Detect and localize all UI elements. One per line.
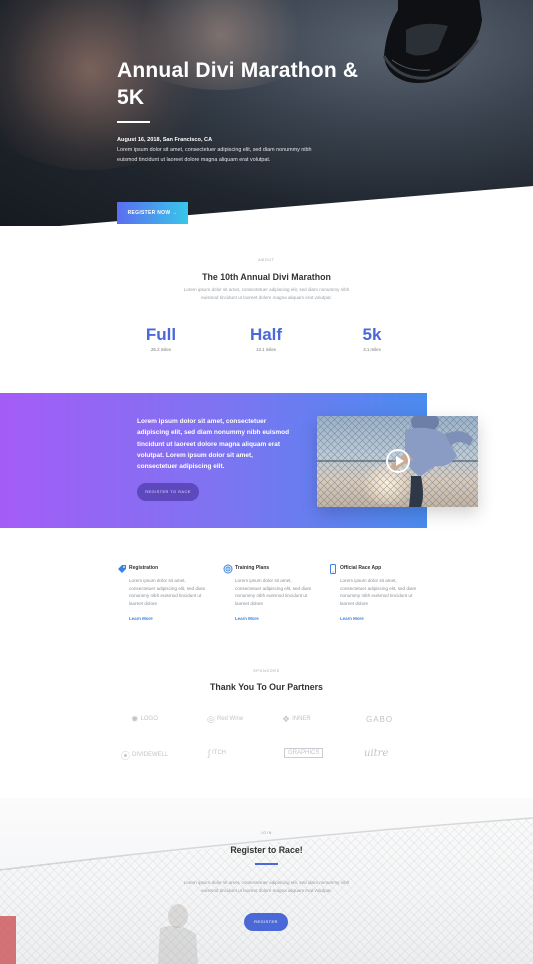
hero-title: Annual Divi Marathon & 5K xyxy=(117,59,359,109)
eye-icon: ⦿ xyxy=(121,750,131,761)
register-title: Register to Race! xyxy=(230,845,303,855)
about-title: The 10th Annual Divi Marathon xyxy=(202,272,331,282)
partner-logo-7[interactable]: GRAPHICS xyxy=(284,748,324,758)
partner-logo-1[interactable]: ✹ LOGO xyxy=(131,712,158,726)
hero-date-location: August 16, 2018, San Francisco, CA xyxy=(117,137,213,143)
register-button[interactable]: REGISTER xyxy=(244,913,288,931)
stat-label: 3.1 miles xyxy=(363,347,381,352)
feature-title: Official Race App xyxy=(340,565,382,571)
partner-logo-4[interactable]: GABO xyxy=(366,712,393,726)
hero-description: Lorem ipsum dolor sit amet, consectetuer… xyxy=(117,147,312,163)
partners-eyebrow: SPONSORS xyxy=(253,669,280,673)
register-to-race-button[interactable]: REGISTER TO RACE xyxy=(137,483,199,501)
learn-more-link[interactable]: Learn More xyxy=(235,616,259,621)
promo-text: Lorem ipsum dolor sit amet, consectetuer… xyxy=(137,418,290,471)
stat-5k: 5k 3.1 miles xyxy=(341,325,403,352)
gear-icon: ✹ xyxy=(131,713,139,724)
tag-icon xyxy=(118,565,126,573)
partner-logo-6[interactable]: ʃ ITCH xyxy=(208,746,226,760)
running-shoe-image xyxy=(382,0,482,83)
feature-text: Lorem ipsum dolor sit amet, consectetuer… xyxy=(235,578,312,606)
feature-text: Lorem ipsum dolor sit amet, consectetuer… xyxy=(129,578,206,606)
diamond-icon: ❖ xyxy=(282,713,291,724)
stat-value: 5k xyxy=(362,325,382,344)
register-eyebrow: JOIN xyxy=(260,831,273,835)
play-button[interactable] xyxy=(386,449,410,473)
partner-logo-3[interactable]: ❖ INNER xyxy=(282,712,311,726)
phone-icon xyxy=(330,564,336,574)
play-icon xyxy=(396,456,404,466)
hero-divider xyxy=(117,121,150,123)
feature-title: Training Plans xyxy=(235,565,270,571)
hook-icon: ʃ xyxy=(208,748,210,758)
stat-value: Half xyxy=(249,325,283,344)
stat-half: Half 13.1 miles xyxy=(235,325,297,352)
register-now-button[interactable]: REGISTER NOW → xyxy=(117,202,188,224)
stat-label: 13.1 miles xyxy=(255,347,276,352)
feature-text: Lorem ipsum dolor sit amet, consectetuer… xyxy=(340,578,417,606)
hero-angle-divider xyxy=(0,186,533,231)
learn-more-link[interactable]: Learn More xyxy=(340,616,364,621)
partner-logo-5[interactable]: ⦿ DIVIDEWELL xyxy=(121,748,168,762)
about-eyebrow: ABOUT xyxy=(258,258,275,262)
partners-title: Thank You To Our Partners xyxy=(210,682,323,692)
stat-full: Full 26.2 miles xyxy=(130,325,192,352)
runner-figure xyxy=(389,416,473,507)
target-icon xyxy=(223,564,233,574)
stat-value: Full xyxy=(145,325,177,344)
stat-label: 26.2 miles xyxy=(150,347,171,352)
learn-more-link[interactable]: Learn More xyxy=(129,616,153,621)
feature-title: Registration xyxy=(129,565,159,571)
about-text: Lorem ipsum dolor sit amet, consectetuer… xyxy=(183,287,350,300)
partner-logo-8[interactable]: uitre xyxy=(364,746,388,760)
register-divider xyxy=(255,863,278,865)
register-text: Lorem ipsum dolor sit amet, consectetuer… xyxy=(183,880,350,893)
partner-logo-2[interactable]: ◎ Red Wine xyxy=(207,712,243,726)
swirl-icon: ◎ xyxy=(207,713,215,724)
